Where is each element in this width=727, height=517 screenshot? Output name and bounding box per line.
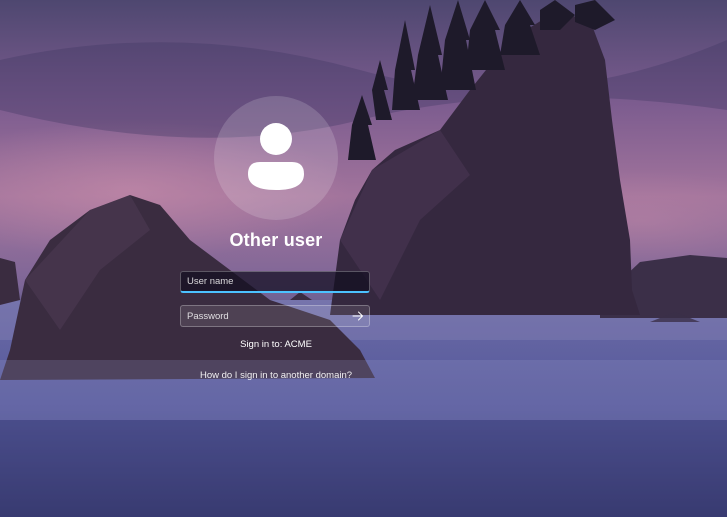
user-avatar (214, 96, 338, 220)
password-input[interactable] (180, 305, 370, 327)
sign-in-domain-label: Sign in to: ACME (240, 339, 312, 350)
user-display-name: Other user (229, 230, 323, 250)
username-input[interactable] (180, 271, 370, 293)
person-icon (248, 123, 304, 190)
lock-screen-background (0, 0, 727, 517)
submit-button[interactable] (348, 306, 368, 326)
another-domain-help-link[interactable]: How do I sign in to another domain? (176, 370, 376, 381)
arrow-right-icon (352, 311, 363, 321)
landscape-illustration (0, 0, 727, 517)
